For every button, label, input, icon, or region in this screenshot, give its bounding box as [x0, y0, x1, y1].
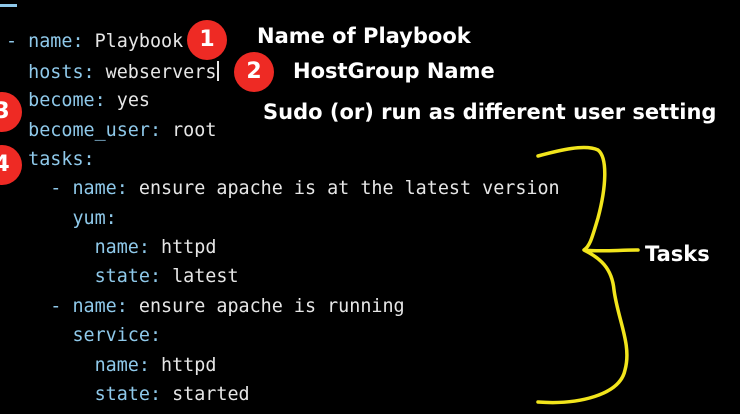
- annotated-code-screenshot: - name: Playbook hosts: webservers becom…: [0, 0, 740, 414]
- yellow-brace-drawing: [536, 145, 640, 405]
- yellow-brace-path: [536, 145, 640, 405]
